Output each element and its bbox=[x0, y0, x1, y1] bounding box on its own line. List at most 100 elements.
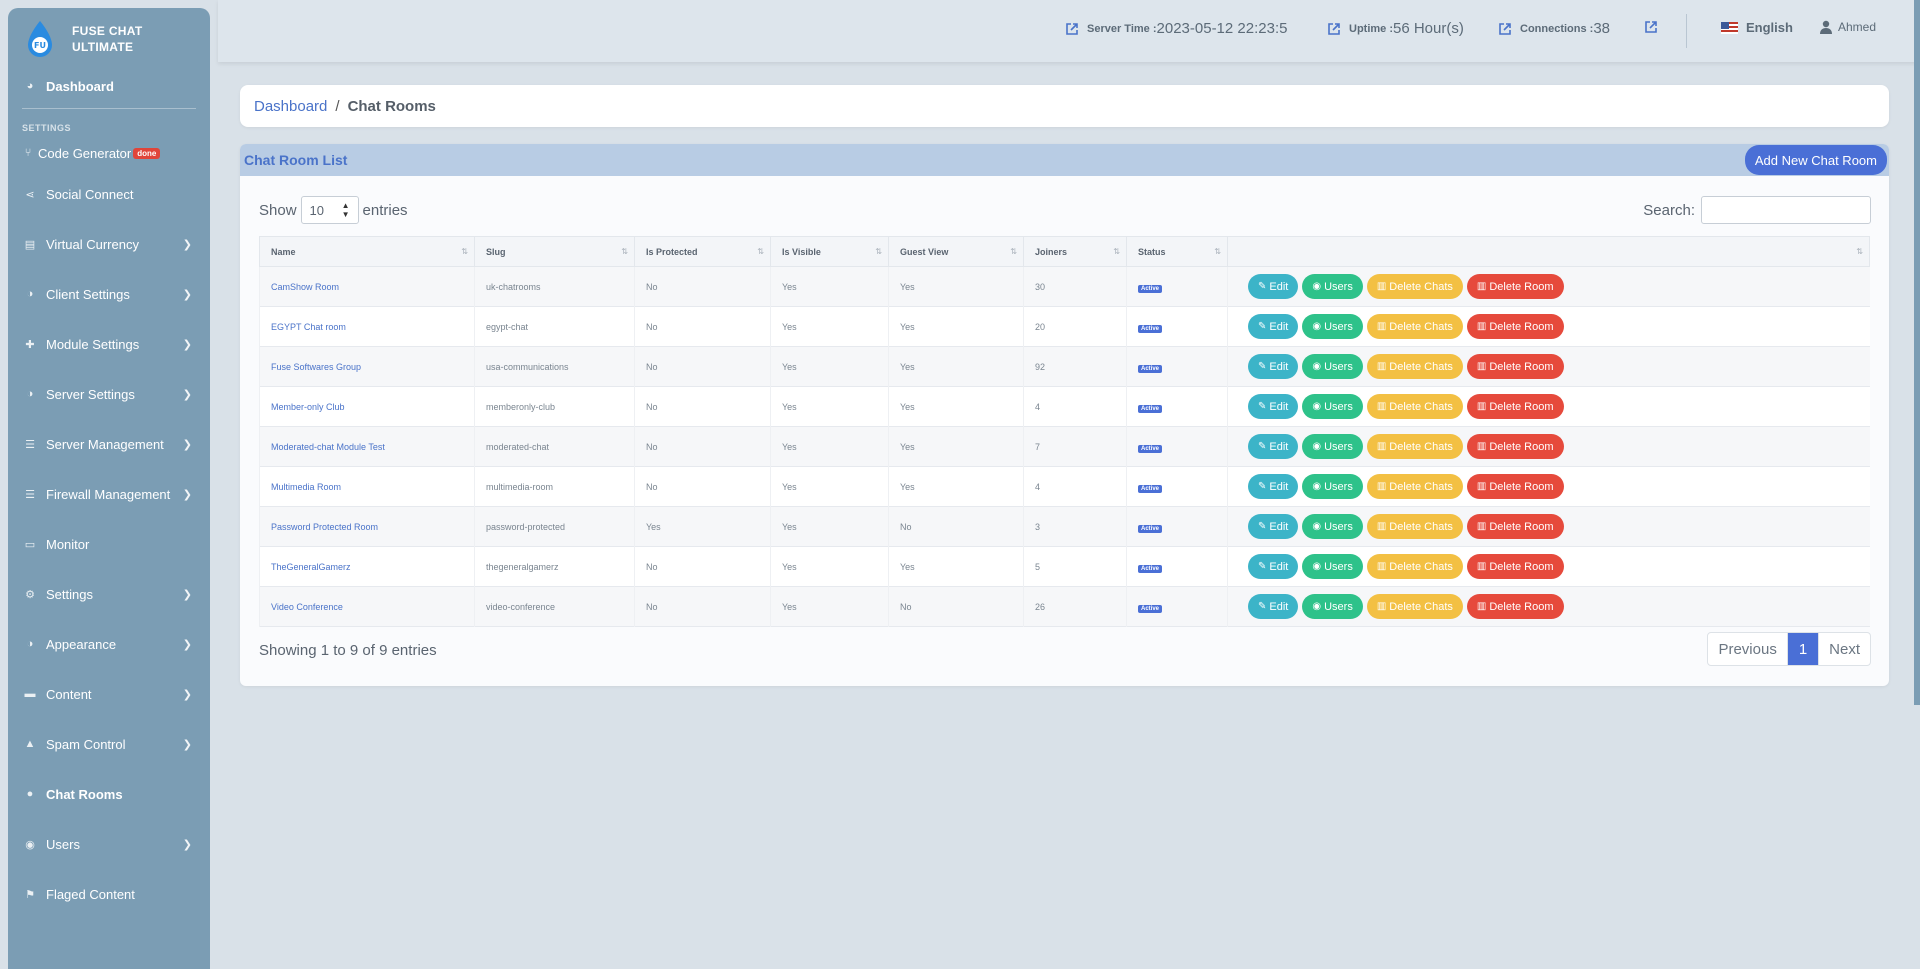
sidebar-item-module-settings[interactable]: ✚ Module Settings ❯ bbox=[8, 319, 210, 369]
cell-joiners: 26 bbox=[1023, 586, 1127, 627]
cell-slug: thegeneralgamerz bbox=[474, 546, 635, 587]
edit-button[interactable]: ✎ Edit bbox=[1248, 434, 1299, 459]
delete-room-button[interactable]: ▥ Delete Room bbox=[1466, 394, 1564, 419]
cell-name[interactable]: Moderated-chat Module Test bbox=[259, 426, 475, 467]
cell-name[interactable]: Multimedia Room bbox=[259, 466, 475, 507]
cell-name[interactable]: Video Conference bbox=[259, 586, 475, 627]
sidebar-item-spam-control[interactable]: ▲ Spam Control ❯ bbox=[8, 719, 210, 769]
delete-room-button[interactable]: ▥ Delete Room bbox=[1466, 274, 1564, 299]
sidebar-item-social-connect[interactable]: ⋖ Social Connect bbox=[8, 169, 210, 219]
delete-room-button[interactable]: ▥ Delete Room bbox=[1466, 434, 1564, 459]
previous-button[interactable]: Previous bbox=[1708, 633, 1786, 665]
add-chat-room-button[interactable]: Add New Chat Room bbox=[1744, 145, 1887, 175]
column-header[interactable]: Is Visible ⇅ bbox=[770, 236, 889, 267]
show-label: Show bbox=[259, 201, 297, 219]
edit-button[interactable]: ✎ Edit bbox=[1248, 394, 1299, 419]
users-button[interactable]: ◉ Users bbox=[1302, 274, 1363, 299]
sidebar-item-content[interactable]: ▬ Content ❯ bbox=[8, 669, 210, 719]
sidebar-item-flaged-content[interactable]: ⚑ Flaged Content bbox=[8, 869, 210, 919]
cell-protected: No bbox=[634, 546, 771, 587]
users-button[interactable]: ◉ Users bbox=[1302, 434, 1363, 459]
sidebar-item-chat-rooms[interactable]: ● Chat Rooms bbox=[8, 769, 210, 819]
cell-visible: Yes bbox=[770, 466, 889, 507]
table-row: Multimedia Room multimedia-room No Yes Yes 4 A… bbox=[259, 466, 1870, 507]
delete-chats-button[interactable]: ▥ Delete Chats bbox=[1366, 434, 1463, 459]
column-header[interactable]: Guest View ⇅ bbox=[888, 236, 1024, 267]
edit-button[interactable]: ✎ Edit bbox=[1248, 554, 1299, 579]
edit-icon: ✎ bbox=[1258, 481, 1267, 492]
delete-chats-button[interactable]: ▥ Delete Chats bbox=[1366, 554, 1463, 579]
column-header[interactable]: ⇅ bbox=[1227, 236, 1870, 267]
page-1-button[interactable]: 1 bbox=[1786, 633, 1819, 665]
page-size-select[interactable]: 10 ▲ ▼ bbox=[300, 196, 359, 224]
cell-protected: No bbox=[634, 306, 771, 347]
column-header[interactable]: Is Protected ⇅ bbox=[634, 236, 771, 267]
edit-button[interactable]: ✎ Edit bbox=[1248, 354, 1299, 379]
delete-room-button[interactable]: ▥ Delete Room bbox=[1466, 314, 1564, 339]
cell-name[interactable]: CamShow Room bbox=[259, 266, 475, 307]
cell-name[interactable]: EGYPT Chat room bbox=[259, 306, 475, 347]
svg-text:FU: FU bbox=[34, 41, 46, 50]
users-button[interactable]: ◉ Users bbox=[1302, 314, 1363, 339]
users-button[interactable]: ◉ Users bbox=[1302, 594, 1363, 619]
edit-button-label: Edit bbox=[1269, 280, 1289, 293]
sidebar-item-appearance[interactable]: ◑ Appearance ❯ bbox=[8, 619, 210, 669]
sidebar: FU FUSE CHAT ULTIMATE ◕ Dashboard SETTIN… bbox=[8, 8, 210, 969]
delete-chats-button[interactable]: ▥ Delete Chats bbox=[1366, 354, 1463, 379]
users-button[interactable]: ◉ Users bbox=[1302, 514, 1363, 539]
cell-protected: No bbox=[634, 426, 771, 467]
sidebar-item-virtual-currency[interactable]: ▤ Virtual Currency ❯ bbox=[8, 219, 210, 269]
delete-room-button[interactable]: ▥ Delete Room bbox=[1466, 514, 1564, 539]
search-input[interactable] bbox=[1701, 196, 1871, 224]
pagination: Previous 1 Next bbox=[1707, 632, 1871, 666]
sidebar-item-code-generator[interactable]: ⑂ Code Generator done bbox=[8, 137, 210, 169]
edit-button[interactable]: ✎ Edit bbox=[1248, 514, 1299, 539]
sidebar-item-users[interactable]: ◉ Users ❯ bbox=[8, 819, 210, 869]
breadcrumb-home[interactable]: Dashboard bbox=[254, 98, 327, 115]
edit-button[interactable]: ✎ Edit bbox=[1248, 274, 1299, 299]
sidebar-item-firewall-management[interactable]: ☰ Firewall Management ❯ bbox=[8, 469, 210, 519]
users-button[interactable]: ◉ Users bbox=[1302, 554, 1363, 579]
language-selector[interactable]: English bbox=[1721, 20, 1793, 35]
connections: Connections :38 bbox=[1498, 20, 1610, 37]
edit-button[interactable]: ✎ Edit bbox=[1248, 314, 1299, 339]
page-scrollbar[interactable] bbox=[1914, 0, 1920, 705]
column-header[interactable]: Slug ⇅ bbox=[474, 236, 635, 267]
column-header[interactable]: Status ⇅ bbox=[1126, 236, 1228, 267]
sidebar-item-dashboard[interactable]: ◕ Dashboard bbox=[8, 70, 210, 102]
edit-button[interactable]: ✎ Edit bbox=[1248, 474, 1299, 499]
delete-chats-button[interactable]: ▥ Delete Chats bbox=[1366, 314, 1463, 339]
delete-room-button[interactable]: ▥ Delete Room bbox=[1466, 354, 1564, 379]
delete-chats-button[interactable]: ▥ Delete Chats bbox=[1366, 594, 1463, 619]
cell-visible: Yes bbox=[770, 586, 889, 627]
cell-name[interactable]: Fuse Softwares Group bbox=[259, 346, 475, 387]
delete-room-button[interactable]: ▥ Delete Room bbox=[1466, 594, 1564, 619]
users-button[interactable]: ◉ Users bbox=[1302, 394, 1363, 419]
delete-room-button[interactable]: ▥ Delete Room bbox=[1466, 554, 1564, 579]
sidebar-item-settings[interactable]: ⚙ Settings ❯ bbox=[8, 569, 210, 619]
delete-chats-button[interactable]: ▥ Delete Chats bbox=[1366, 474, 1463, 499]
sidebar-item-client-settings[interactable]: ◑ Client Settings ❯ bbox=[8, 269, 210, 319]
sidebar-item-monitor[interactable]: ▭ Monitor bbox=[8, 519, 210, 569]
sidebar-item-server-management[interactable]: ☰ Server Management ❯ bbox=[8, 419, 210, 469]
column-header[interactable]: Joiners ⇅ bbox=[1023, 236, 1127, 267]
cell-name[interactable]: Member-only Club bbox=[259, 386, 475, 427]
cell-name[interactable]: Password Protected Room bbox=[259, 506, 475, 547]
delete-chats-button[interactable]: ▥ Delete Chats bbox=[1366, 514, 1463, 539]
sidebar-item-server-settings[interactable]: ◑ Server Settings ❯ bbox=[8, 369, 210, 419]
delete-room-button-label: Delete Room bbox=[1489, 440, 1554, 453]
next-button[interactable]: Next bbox=[1818, 633, 1870, 665]
edit-button-label: Edit bbox=[1269, 560, 1289, 573]
cell-name[interactable]: TheGeneralGamerz bbox=[259, 546, 475, 587]
delete-chats-button[interactable]: ▥ Delete Chats bbox=[1366, 394, 1463, 419]
sidebar-item-label: Users bbox=[46, 836, 80, 852]
delete-chats-button[interactable]: ▥ Delete Chats bbox=[1366, 274, 1463, 299]
external-link-button[interactable] bbox=[1644, 20, 1666, 34]
edit-button[interactable]: ✎ Edit bbox=[1248, 594, 1299, 619]
users-button[interactable]: ◉ Users bbox=[1302, 354, 1363, 379]
users-button[interactable]: ◉ Users bbox=[1302, 474, 1363, 499]
brand[interactable]: FU FUSE CHAT ULTIMATE bbox=[8, 8, 210, 70]
delete-room-button[interactable]: ▥ Delete Room bbox=[1466, 474, 1564, 499]
column-header[interactable]: Name ⇅ bbox=[259, 236, 475, 267]
user-menu[interactable]: Ahmed bbox=[1820, 20, 1876, 34]
